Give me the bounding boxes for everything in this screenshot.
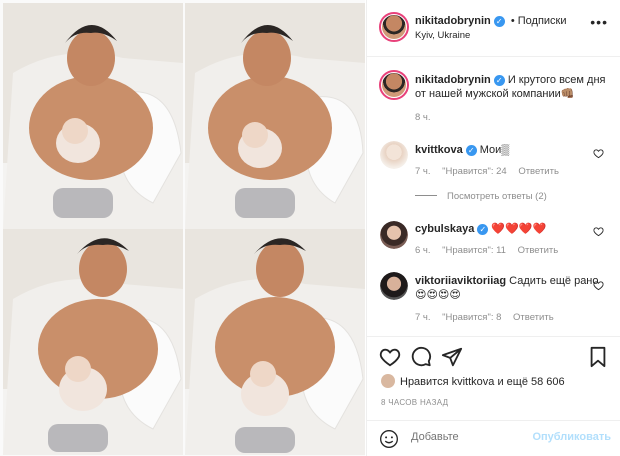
- comment-time[interactable]: 7 ч.: [415, 166, 431, 177]
- follow-status[interactable]: • Подписки: [511, 15, 567, 27]
- comment-meta: 7 ч. "Нравится": 8 Ответить: [415, 312, 563, 323]
- photo-tile-1: [3, 3, 183, 229]
- caption-time[interactable]: 8 ч.: [415, 112, 431, 123]
- reply-button[interactable]: Ответить: [513, 312, 554, 323]
- smiley-icon[interactable]: [379, 429, 399, 449]
- comment-input[interactable]: [411, 431, 531, 443]
- verified-badge-icon: ✓: [493, 75, 505, 86]
- reply-button[interactable]: Ответить: [518, 245, 559, 256]
- post-details-panel: nikitadobrynin ✓ • Подписки Kyiv, Ukraine…: [366, 0, 620, 456]
- comment-heart-icon[interactable]: [593, 148, 604, 159]
- post-caption: nikitadobrynin ✓ И крутого всем дня от на…: [415, 73, 611, 101]
- publish-button[interactable]: Опубликовать: [532, 431, 611, 443]
- post-location[interactable]: Kyiv, Ukraine: [415, 30, 470, 41]
- author-username[interactable]: nikitadobrynin: [415, 15, 491, 27]
- photo-tile-2: [185, 3, 365, 229]
- post-actions-bar: [379, 346, 609, 370]
- comment-time[interactable]: 7 ч.: [415, 312, 431, 323]
- post-header: nikitadobrynin ✓ • Подписки: [415, 15, 567, 27]
- comment-item: kvittkova ✓ Мои▒: [415, 143, 600, 157]
- commenter-avatar[interactable]: [380, 221, 408, 249]
- comment-text: ❤️❤️❤️❤️: [491, 223, 547, 235]
- view-replies-label: Посмотреть ответы (2): [447, 191, 547, 202]
- comment-text: Мои▒: [479, 144, 510, 156]
- post-timestamp[interactable]: 8 ЧАСОВ НАЗАД: [381, 398, 448, 407]
- view-replies-button[interactable]: Посмотреть ответы (2): [415, 191, 547, 202]
- comment-likes[interactable]: "Нравится": 11: [442, 245, 506, 256]
- bookmark-icon[interactable]: [587, 346, 609, 368]
- liked-by: Нравится kvittkova и ещё 58 606: [381, 374, 565, 388]
- caption-author-avatar[interactable]: [379, 70, 409, 100]
- photo-tile-4: [185, 229, 365, 455]
- comment-heart-icon[interactable]: [593, 280, 604, 291]
- comment-item: viktoriiaviktoriiag Садить ещё рано 😍😍😍😍: [415, 274, 600, 302]
- replies-line: [415, 195, 437, 196]
- post-photo-collage[interactable]: [0, 0, 365, 456]
- comment-likes[interactable]: "Нравится": 24: [442, 166, 507, 177]
- more-horizontal-icon[interactable]: •••: [590, 14, 608, 30]
- header-divider: [367, 56, 620, 57]
- verified-badge-icon: ✓: [465, 145, 477, 156]
- comment-icon[interactable]: [410, 346, 432, 368]
- liked-by-user[interactable]: kvittkova: [452, 376, 495, 388]
- liked-by-prefix: Нравится: [400, 376, 452, 388]
- comment-time[interactable]: 6 ч.: [415, 245, 431, 256]
- add-comment-bar: Опубликовать: [367, 420, 620, 456]
- photo-tile-3: [3, 229, 183, 455]
- comment-username[interactable]: cybulskaya: [415, 223, 474, 235]
- comment-meta: 6 ч. "Нравится": 11 Ответить: [415, 245, 567, 256]
- commenter-avatar[interactable]: [380, 141, 408, 169]
- caption-username[interactable]: nikitadobrynin: [415, 74, 491, 86]
- author-avatar[interactable]: [379, 12, 409, 42]
- reply-button[interactable]: Ответить: [518, 166, 559, 177]
- heart-icon[interactable]: [379, 346, 401, 368]
- verified-badge-icon: ✓: [477, 224, 489, 235]
- comment-username[interactable]: kvittkova: [415, 144, 463, 156]
- actions-divider: [367, 336, 620, 337]
- comment-item: cybulskaya ✓ ❤️❤️❤️❤️: [415, 222, 600, 236]
- commenter-avatar[interactable]: [380, 272, 408, 300]
- comment-heart-icon[interactable]: [593, 226, 604, 237]
- verified-badge-icon: ✓: [493, 16, 505, 27]
- share-icon[interactable]: [441, 346, 463, 368]
- liked-by-count[interactable]: и ещё 58 606: [494, 376, 564, 388]
- comment-likes[interactable]: "Нравится": 8: [442, 312, 501, 323]
- liker-avatar[interactable]: [381, 374, 395, 388]
- comment-meta: 7 ч. "Нравится": 24 Ответить: [415, 166, 568, 177]
- comment-username[interactable]: viktoriiaviktoriiag: [415, 275, 506, 287]
